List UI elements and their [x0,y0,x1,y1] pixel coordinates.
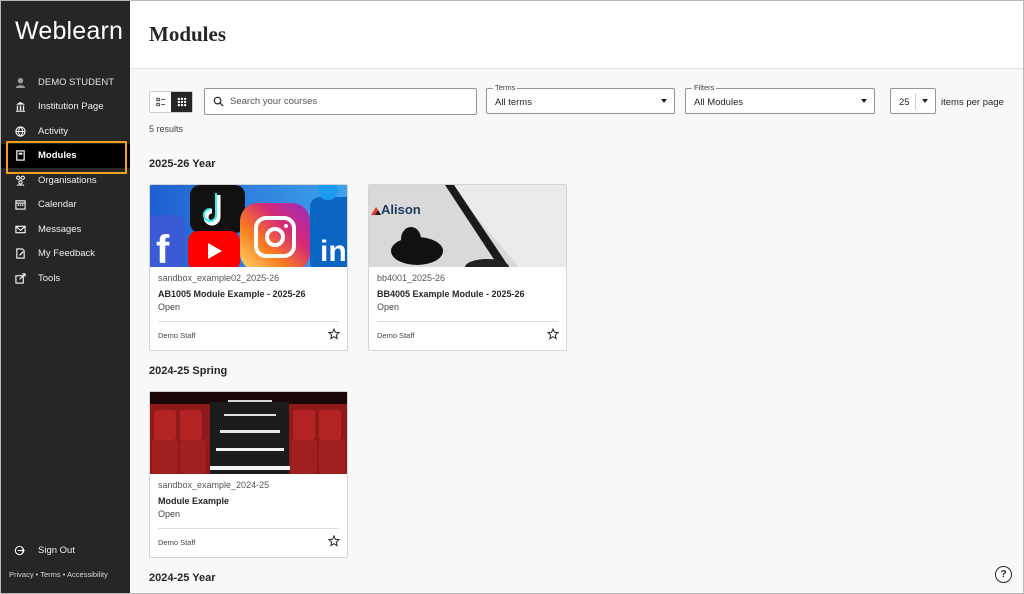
course-card[interactable]: f in sandbox_example02_2025-26 AB1005 Mo… [149,184,348,351]
alison-logo-text: Alison [381,202,421,217]
course-name[interactable]: AB1005 Module Example - 2025-26 [158,289,306,299]
course-card[interactable]: sandbox_example_2024-25 Module Example O… [149,391,348,558]
course-instructor: Demo Staff [158,331,196,340]
sidebar-item-organisations[interactable]: Organisations [1,168,130,193]
app-frame: Weblearn DEMO STUDENT Institution Page A… [0,0,1024,594]
user-name: DEMO STUDENT [38,76,114,88]
sidebar-item-messages[interactable]: Messages [1,217,130,242]
page-header: Modules [130,1,1023,69]
sidebar-item-label: Activity [38,125,69,137]
section-title: 2024-25 Year [149,572,216,584]
course-code: bb4001_2025-26 [377,273,446,283]
star-icon[interactable] [328,328,340,340]
terms-select[interactable]: Terms All terms [486,83,675,114]
svg-text:in: in [320,235,347,267]
section-title: 2024-25 Spring [149,365,228,377]
sign-out-icon [14,544,26,556]
people-icon [14,174,26,186]
section-title: 2025-26 Year [149,158,216,170]
divider [158,321,339,322]
sign-out-button[interactable]: Sign Out [14,544,75,556]
sidebar-item-tools[interactable]: Tools [1,266,130,291]
sidebar-nav: DEMO STUDENT Institution Page Activity M… [1,70,130,291]
course-image-social-media: f in [150,185,347,267]
calendar-icon [14,199,26,211]
items-per-page-label: items per page [941,97,1004,108]
sidebar-item-profile[interactable]: DEMO STUDENT [1,70,130,95]
course-image-alison: Alison [369,185,566,267]
globe-icon [14,125,26,137]
grid-view-button[interactable] [171,92,192,112]
divider [377,321,558,322]
help-button[interactable]: ? [995,566,1012,583]
help-icon: ? [1000,569,1007,580]
sidebar-item-calendar[interactable]: Calendar [1,193,130,218]
sidebar-item-label: Tools [38,272,61,284]
terms-label: Terms [493,83,518,92]
sidebar-item-label: Organisations [38,174,97,186]
view-toggle [149,91,193,113]
results-count: 5 results [149,124,184,134]
terms-value: All terms [495,97,532,108]
course-status: Open [158,509,181,519]
sidebar-item-activity[interactable]: Activity [1,119,130,144]
toolbar: Terms All terms Filters All Modules 25 i… [130,69,1023,129]
envelope-icon [14,223,26,235]
course-name[interactable]: BB4005 Example Module - 2025-26 [377,289,525,299]
course-code: sandbox_example_2024-25 [158,480,270,490]
course-instructor: Demo Staff [158,538,196,547]
page-title: Modules [149,22,227,46]
sidebar-item-my-feedback[interactable]: My Feedback [1,242,130,267]
avatar [14,76,26,88]
chevron-down-icon [922,99,928,103]
course-code: sandbox_example02_2025-26 [158,273,280,283]
sidebar: Weblearn DEMO STUDENT Institution Page A… [1,1,130,593]
sidebar-item-label: Calendar [38,199,77,211]
star-icon[interactable] [328,535,340,547]
feedback-icon [14,248,26,260]
chevron-down-icon [861,99,867,103]
items-per-page-select[interactable]: 25 [890,88,936,114]
filters-value: All Modules [694,97,744,108]
divider [915,93,916,110]
institution-icon [14,101,26,113]
brand-logo[interactable]: Weblearn [15,17,123,46]
filters-select[interactable]: Filters All Modules [685,83,875,114]
list-icon [155,97,165,107]
items-per-page-value: 25 [899,97,910,108]
search-input[interactable] [230,96,460,107]
course-instructor: Demo Staff [377,331,415,340]
divider [158,528,339,529]
sign-out-label: Sign Out [38,544,75,556]
search-icon [213,96,224,107]
course-name[interactable]: Module Example [158,496,229,506]
tools-icon [14,272,26,284]
chevron-down-icon [661,99,667,103]
sidebar-item-label: Messages [38,223,82,235]
course-status: Open [377,302,400,312]
grid-icon [177,97,186,107]
sidebar-item-label: My Feedback [38,248,96,260]
sidebar-item-label: Institution Page [38,101,104,113]
book-icon [14,150,26,162]
course-image-theatre [150,392,347,474]
sidebar-item-label: Modules [38,150,77,162]
sidebar-item-institution-page[interactable]: Institution Page [1,95,130,120]
course-status: Open [158,302,181,312]
sidebar-item-modules[interactable]: Modules [1,140,130,173]
svg-text:f: f [156,228,170,267]
search-box [204,88,477,115]
star-icon[interactable] [547,328,559,340]
course-card[interactable]: Alison bb4001_2025-26 BB4005 Example Mod… [368,184,567,351]
filters-label: Filters [692,83,717,92]
footer-links[interactable]: Privacy • Terms • Accessibility [9,570,108,579]
list-view-button[interactable] [150,92,171,112]
